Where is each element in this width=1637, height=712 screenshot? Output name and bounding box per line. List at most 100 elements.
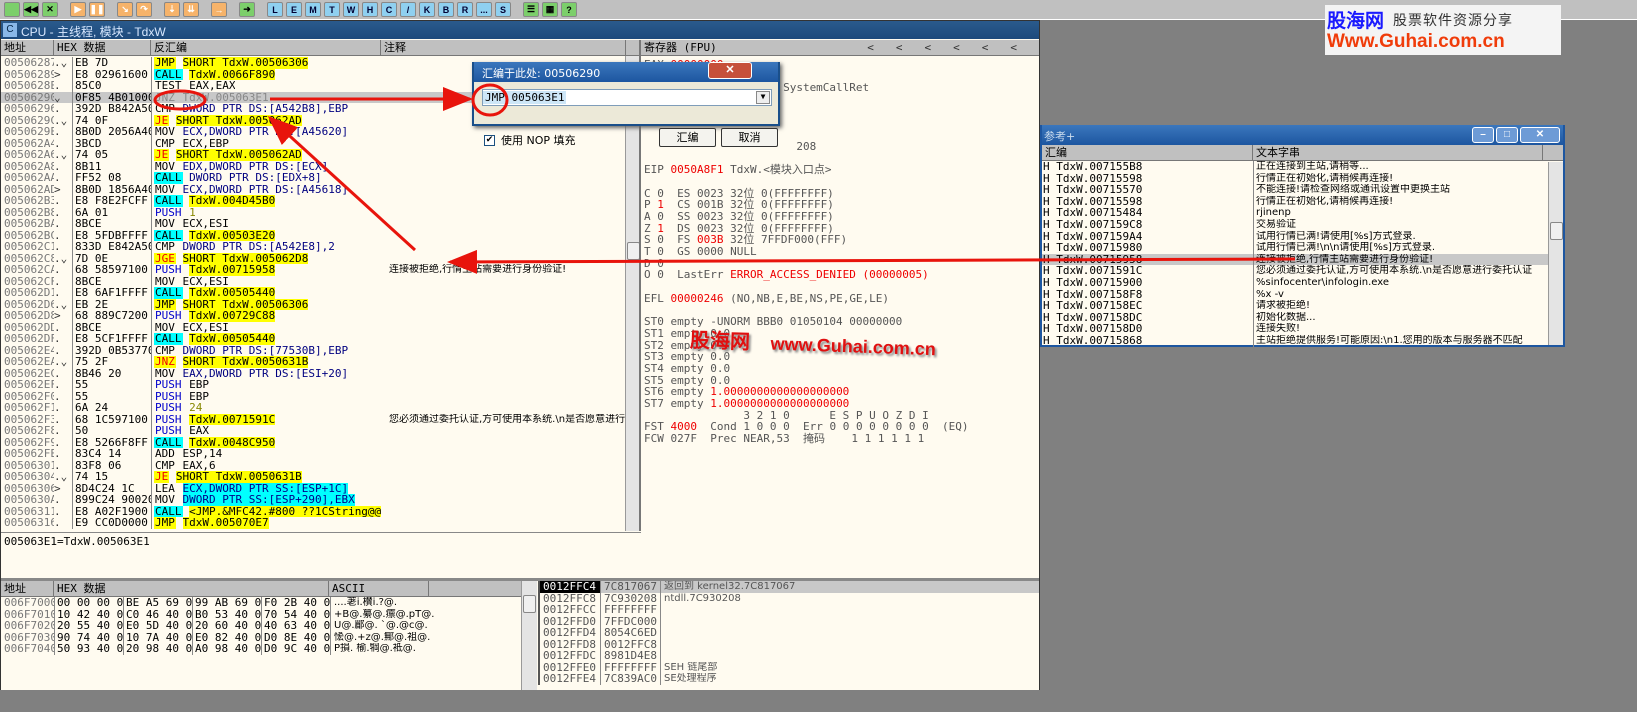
dump-row[interactable]: 006F7010 10 42 40 00 C0 46 40 00 B0 53 40 0…	[1, 608, 521, 620]
disasm-row[interactable]: 00506311. E8 A02F1900 CALL <JMP.&MFC42.#80…	[1, 505, 639, 517]
reference-row[interactable]: H TdxW.00715958 连接被拒绝,行情主站需要进行身份验证!	[1042, 253, 1563, 266]
disasm-row[interactable]: 00506301. 83F8 06 CMP EAX,6	[1, 459, 639, 471]
disasm-row[interactable]: 005062C1.833D E842A500CMP DWORD PTR DS:[…	[1, 241, 639, 253]
stack-row[interactable]: 0012FFD4 8054C6ED	[540, 627, 1039, 639]
step-into-icon[interactable]: ↘	[117, 2, 133, 17]
disasm-row[interactable]: 005062BA. 8BCE MOV ECX,ESI	[1, 218, 639, 230]
trace-over-icon[interactable]: ⇊	[183, 2, 199, 17]
open-icon[interactable]	[4, 2, 20, 17]
stack-row[interactable]: 0012FFD0 7FFDC000	[540, 615, 1039, 627]
toolbar-button-dotsdotsdots[interactable]: ...	[476, 2, 492, 17]
list-icon[interactable]: ☰	[523, 2, 539, 17]
dump-col-hex[interactable]: HEX 数据	[54, 581, 329, 596]
reference-row[interactable]: H TdxW.007159C8 交易验证	[1042, 218, 1563, 231]
disasm-row[interactable]: 005062B8. 6A 01 PUSH 1	[1, 206, 639, 218]
disasm-row[interactable]: 005062F8. 50 PUSH EAX	[1, 425, 639, 437]
reference-row[interactable]: H TdxW.007158F8 %x -v	[1042, 288, 1563, 301]
disasm-row[interactable]: 005062C8 .⌄ 7D 0E JGE SHORT TdxW.005062D8	[1, 252, 639, 264]
stack-row[interactable]: 0012FFE4 7C839AC0 SE处理程序	[540, 673, 1039, 685]
references-title-bar[interactable]: 参考+ – □ ✕	[1042, 125, 1563, 145]
reference-row[interactable]: H TdxW.00715598 行情正在初始化,请稍候再连接!	[1042, 172, 1563, 185]
disasm-row[interactable]: 00506306 >8D4C24 1C LEA ECX,DWORD PTR SS:[…	[1, 482, 639, 494]
reference-row[interactable]: H TdxW.00715980 试用行情已满!\n\n请使用[%s]方式登录.	[1042, 242, 1563, 254]
help-icon[interactable]: ?	[561, 2, 577, 17]
goto-icon[interactable]: ➜	[239, 2, 255, 17]
toolbar-button-k[interactable]: K	[419, 2, 435, 17]
disasm-row[interactable]: 005062A8. 8B11 MOV EDX,DWORD PTR DS:[ECX]	[1, 160, 639, 172]
disasm-row[interactable]: 005062EC. 8B46 20 MOV EAX,DWORD PTR DS:[ES…	[1, 367, 639, 379]
refs-col-disasm[interactable]: 汇编	[1042, 145, 1253, 160]
disasm-row[interactable]: 00506304 .⌄ 74 15 JE SHORT TdxW.0050631B	[1, 471, 639, 483]
disasm-row[interactable]: 005062E4.392D 0B537700CMP DWORD PTR DS:[…	[1, 344, 639, 356]
disasm-row[interactable]: 005062F3. 68 1C597100 PUSH TdxW.0071591C 您必…	[1, 413, 639, 425]
dump-col-ascii[interactable]: ASCII	[329, 581, 429, 596]
reference-row[interactable]: H TdxW.007159A4 试用行情已满!请使用[%s]方式登录.	[1042, 230, 1563, 243]
disasm-row[interactable]: 005062AD>8B0D 1856A400MOV ECX,DWORD PTR …	[1, 183, 639, 195]
execute-till-return-icon[interactable]: →	[211, 2, 227, 17]
reference-row[interactable]: H TdxW.00715570 不能连接!请检查网络或通讯设置中更换主站	[1042, 184, 1563, 196]
disasm-row[interactable]: 005062CF. 8BCE MOV ECX,ESI	[1, 275, 639, 287]
toolbar-button-s[interactable]: S	[495, 2, 511, 17]
reference-row[interactable]: H TdxW.00715484 rjinenp	[1042, 207, 1563, 219]
assemble-input[interactable]: JMP 005063E1 ▼	[482, 89, 772, 106]
disasm-row[interactable]: 005062A6 .⌄ 74 05 JE SHORT TdxW.005062AD	[1, 149, 639, 161]
reference-row[interactable]: H TdxW.00715598 行情正在初始化,请稍候再连接!	[1042, 195, 1563, 208]
refs-col-text[interactable]: 文本字串	[1253, 145, 1543, 160]
toolbar-button-l[interactable]: L	[267, 2, 283, 17]
disasm-row[interactable]: 005062D1. E8 6AF1FFFF CALL TdxW.00505440	[1, 287, 639, 299]
stack-row[interactable]: 0012FFCC FFFFFFFF	[540, 604, 1039, 616]
disasm-row[interactable]: 005062F1. 6A 24 PUSH 24	[1, 402, 639, 414]
toolbar-button-c[interactable]: C	[381, 2, 397, 17]
dialog-close-button[interactable]: ✕	[708, 62, 752, 79]
close-button[interactable]: ✕	[1520, 127, 1560, 143]
disassembly-scrollbar[interactable]	[625, 56, 639, 531]
col-hex[interactable]: HEX 数据	[54, 40, 151, 55]
disasm-row[interactable]: 005062CA. 68 58597100 PUSH TdxW.00715958 连接…	[1, 264, 639, 276]
disasm-row[interactable]: 005062B3. E8 F8E2FCFF CALL TdxW.004D45B0	[1, 195, 639, 207]
col-comment[interactable]: 注释	[381, 40, 626, 55]
cpu-title-bar[interactable]: C CPU - 主线程, 模块 - TdxW	[1, 21, 1039, 39]
disasm-row[interactable]: 005062BC. E8 5FDBFFFF CALL TdxW.00503E20	[1, 229, 639, 241]
reference-row[interactable]: H TdxW.00715868 主站拒绝提供服务!可能原因:\n1.您用的版本与服…	[1042, 334, 1563, 347]
toolbar-button-b[interactable]: B	[438, 2, 454, 17]
disasm-row[interactable]: 005062F0. 55 PUSH EBP	[1, 390, 639, 402]
stack-row[interactable]: 0012FFD8 0012FFC8	[540, 638, 1039, 650]
scroll-thumb[interactable]	[523, 595, 536, 613]
run-icon[interactable]: ▶	[70, 2, 86, 17]
stack-row[interactable]: 0012FFE0 FFFFFFFF SEH 链尾部	[540, 661, 1039, 673]
col-address[interactable]: 地址	[1, 40, 54, 55]
dump-row[interactable]: 006F7030 90 74 40 00 10 7A 40 00 E0 82 40 0…	[1, 631, 521, 643]
toolbar-button-w[interactable]: W	[343, 2, 359, 17]
stack-scrollbar[interactable]	[521, 581, 537, 690]
toolbar-button-dots[interactable]: /	[400, 2, 416, 17]
disasm-row[interactable]: 005062DD. 8BCE MOV ECX,ESI	[1, 321, 639, 333]
toolbar-button-e[interactable]: E	[286, 2, 302, 17]
dump-row[interactable]: 006F7040 50 93 40 00 20 98 40 00 A0 98 40 0…	[1, 643, 521, 655]
disasm-row[interactable]: 005062FE. 83C4 14 ADD ESP,14	[1, 448, 639, 460]
scroll-thumb[interactable]	[1550, 222, 1563, 240]
dropdown-arrow-icon[interactable]: ▼	[756, 91, 770, 104]
reference-row[interactable]: H TdxW.007158D0 连接失败!	[1042, 323, 1563, 335]
disasm-row[interactable]: 005062AA. FF52 08 CALL DWORD PTR DS:[EDX+8…	[1, 172, 639, 184]
reference-row[interactable]: H TdxW.00715900 %sinfocenter\infologin.ex…	[1042, 276, 1563, 289]
stack-row[interactable]: 0012FFDC 8981D4E8	[540, 650, 1039, 662]
dump-row[interactable]: 006F7000 00 00 00 00 BE A5 69 00 99 AB 69 0…	[1, 597, 521, 609]
dump-col-address[interactable]: 地址	[1, 581, 54, 596]
reference-row[interactable]: H TdxW.0071591C 您必须通过委托认证,方可使用本系统.\n是否愿意进…	[1042, 265, 1563, 277]
step-over-icon[interactable]: ↷	[136, 2, 152, 17]
reference-row[interactable]: H TdxW.007158DC 初始化数据...	[1042, 311, 1563, 324]
references-scrollbar[interactable]	[1548, 162, 1563, 345]
pause-icon[interactable]: ❚❚	[89, 2, 105, 17]
toolbar-button-h[interactable]: H	[362, 2, 378, 17]
disasm-row[interactable]: 005062EF. 55 PUSH EBP	[1, 379, 639, 391]
grid-icon[interactable]: ▦	[542, 2, 558, 17]
minimize-button[interactable]: –	[1472, 127, 1494, 143]
close-icon[interactable]: ✕	[42, 2, 58, 17]
dump-pane[interactable]: 地址 HEX 数据 ASCII 006F7000 00 00 00 00 BE A5…	[1, 578, 521, 690]
stack-pane[interactable]: 0012FFC4 7C817067 返回到 kernel32.7C817067 001…	[521, 578, 1039, 690]
reference-row[interactable]: H TdxW.007155B8 正在连接到主站,请稍等...	[1042, 161, 1563, 173]
rewind-icon[interactable]: ◀◀	[23, 2, 39, 17]
cancel-button[interactable]: 取消	[721, 128, 778, 147]
disasm-row[interactable]: 00506316. E9 CC0D0000 JMP TdxW.005070E7	[1, 517, 639, 529]
stack-row[interactable]: 0012FFC4 7C817067 返回到 kernel32.7C817067	[540, 581, 1039, 593]
